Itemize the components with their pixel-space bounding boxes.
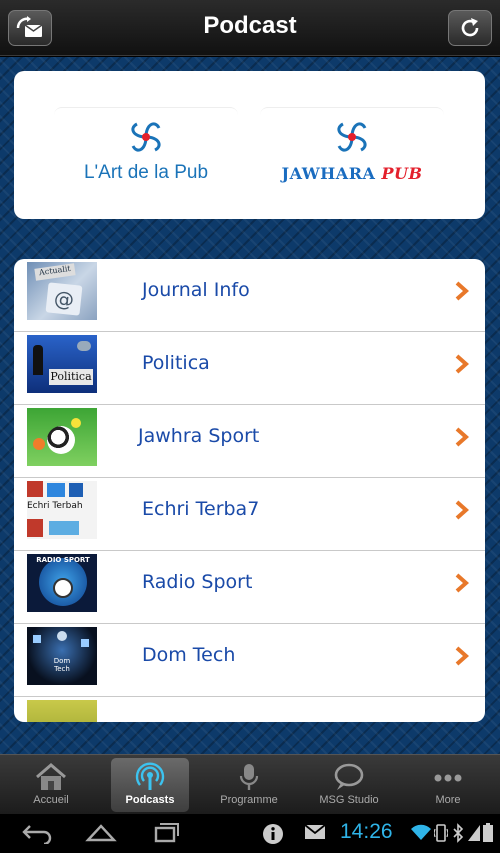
thumb-caption: RADIO SPORT xyxy=(36,556,90,564)
tab-label: Programme xyxy=(220,794,278,806)
refresh-button[interactable] xyxy=(448,10,492,46)
tab-bar: Accueil Podcasts Programme MSG Studio Mo… xyxy=(0,754,500,814)
system-nav-bar: 14:26 xyxy=(0,814,500,853)
pub-text: PUB xyxy=(381,164,423,183)
status-clock: 14:26 xyxy=(340,820,393,843)
bluetooth-icon xyxy=(453,823,464,843)
politica-thumbnail: Politica xyxy=(27,335,97,393)
chevron-right-icon xyxy=(455,354,469,374)
podcast-label: Jawhra Sport xyxy=(138,425,260,447)
podcast-label: Dom Tech xyxy=(142,644,236,666)
art-de-la-pub-logo[interactable]: L'Art de la Pub xyxy=(54,107,238,217)
title-bar: Podcast xyxy=(0,0,500,56)
chevron-right-icon xyxy=(455,281,469,301)
thumb-caption: Politica xyxy=(49,369,93,385)
podcast-item-radio-sport[interactable]: RADIO SPORT Radio Sport xyxy=(14,551,485,624)
radio-sport-thumbnail: RADIO SPORT xyxy=(27,554,97,612)
chevron-right-icon xyxy=(455,573,469,593)
podcast-item-dom-tech[interactable]: Dom Tech Dom Tech xyxy=(14,624,485,697)
jawhara-pub-logo[interactable]: JAWHARA PUB xyxy=(260,107,444,217)
podcast-thumbnail xyxy=(27,700,97,722)
chevron-right-icon xyxy=(455,427,469,447)
podcast-label: Radio Sport xyxy=(142,571,253,593)
info-icon xyxy=(263,824,283,844)
art-de-la-pub-text: L'Art de la Pub xyxy=(83,162,209,183)
tab-podcasts[interactable]: Podcasts xyxy=(111,758,189,812)
vibrate-icon xyxy=(434,824,448,842)
chevron-right-icon xyxy=(455,646,469,666)
tab-label: Podcasts xyxy=(125,794,175,806)
podcast-list: Actualit @ Journal Info Politica Politic… xyxy=(14,259,485,722)
banner-card: L'Art de la Pub JAWHARA PUB xyxy=(14,71,485,219)
tab-label: More xyxy=(435,794,461,806)
back-icon[interactable] xyxy=(20,822,54,844)
podcast-item-politica[interactable]: Politica Politica xyxy=(14,332,485,405)
thumb-caption: Actualit xyxy=(34,263,76,281)
pinwheel-logo-icon xyxy=(337,122,367,152)
more-icon xyxy=(434,774,462,782)
speech-bubble-icon xyxy=(334,763,364,790)
podcast-icon xyxy=(135,762,165,790)
thumb-caption: Echri Terbah xyxy=(27,501,83,511)
podcast-item-journal-info[interactable]: Actualit @ Journal Info xyxy=(14,259,485,332)
thumb-caption: Dom Tech xyxy=(53,657,71,673)
pinwheel-logo-icon xyxy=(131,122,161,152)
tab-accueil[interactable]: Accueil xyxy=(12,758,90,812)
recent-apps-icon[interactable] xyxy=(148,822,182,844)
podcast-label: Politica xyxy=(142,352,210,374)
tab-more[interactable]: More xyxy=(409,758,487,812)
content-area: L'Art de la Pub JAWHARA PUB Actualit @ J… xyxy=(0,57,500,754)
podcast-item-jawhra-sport[interactable]: Jawhra Sport xyxy=(14,405,485,478)
journal-info-thumbnail: Actualit @ xyxy=(27,262,97,320)
wifi-icon xyxy=(411,824,431,840)
mail-icon xyxy=(304,824,326,839)
tab-programme[interactable]: Programme xyxy=(210,758,288,812)
podcast-label: Journal Info xyxy=(142,279,250,301)
podcast-item-echri-terba7[interactable]: Echri Terbah Echri Terba7 xyxy=(14,478,485,551)
tab-msg-studio[interactable]: MSG Studio xyxy=(310,758,388,812)
signal-icon xyxy=(468,825,480,841)
home-icon xyxy=(36,763,66,790)
refresh-icon xyxy=(461,18,479,37)
microphone-icon xyxy=(239,764,259,790)
page-title: Podcast xyxy=(203,12,297,39)
battery-icon xyxy=(483,823,493,842)
echri-terba7-thumbnail: Echri Terbah xyxy=(27,481,97,539)
podcast-item-partial[interactable] xyxy=(14,697,485,722)
tab-label: Accueil xyxy=(33,794,69,806)
chevron-right-icon xyxy=(455,500,469,520)
home-nav-icon[interactable] xyxy=(84,822,118,844)
dom-tech-thumbnail: Dom Tech xyxy=(27,627,97,685)
jawhara-text: JAWHARA xyxy=(281,164,376,183)
podcast-label: Echri Terba7 xyxy=(142,498,260,520)
tab-label: MSG Studio xyxy=(319,794,379,806)
jawhra-sport-thumbnail xyxy=(27,408,97,466)
jawhara-pub-text: JAWHARA PUB xyxy=(260,164,444,183)
